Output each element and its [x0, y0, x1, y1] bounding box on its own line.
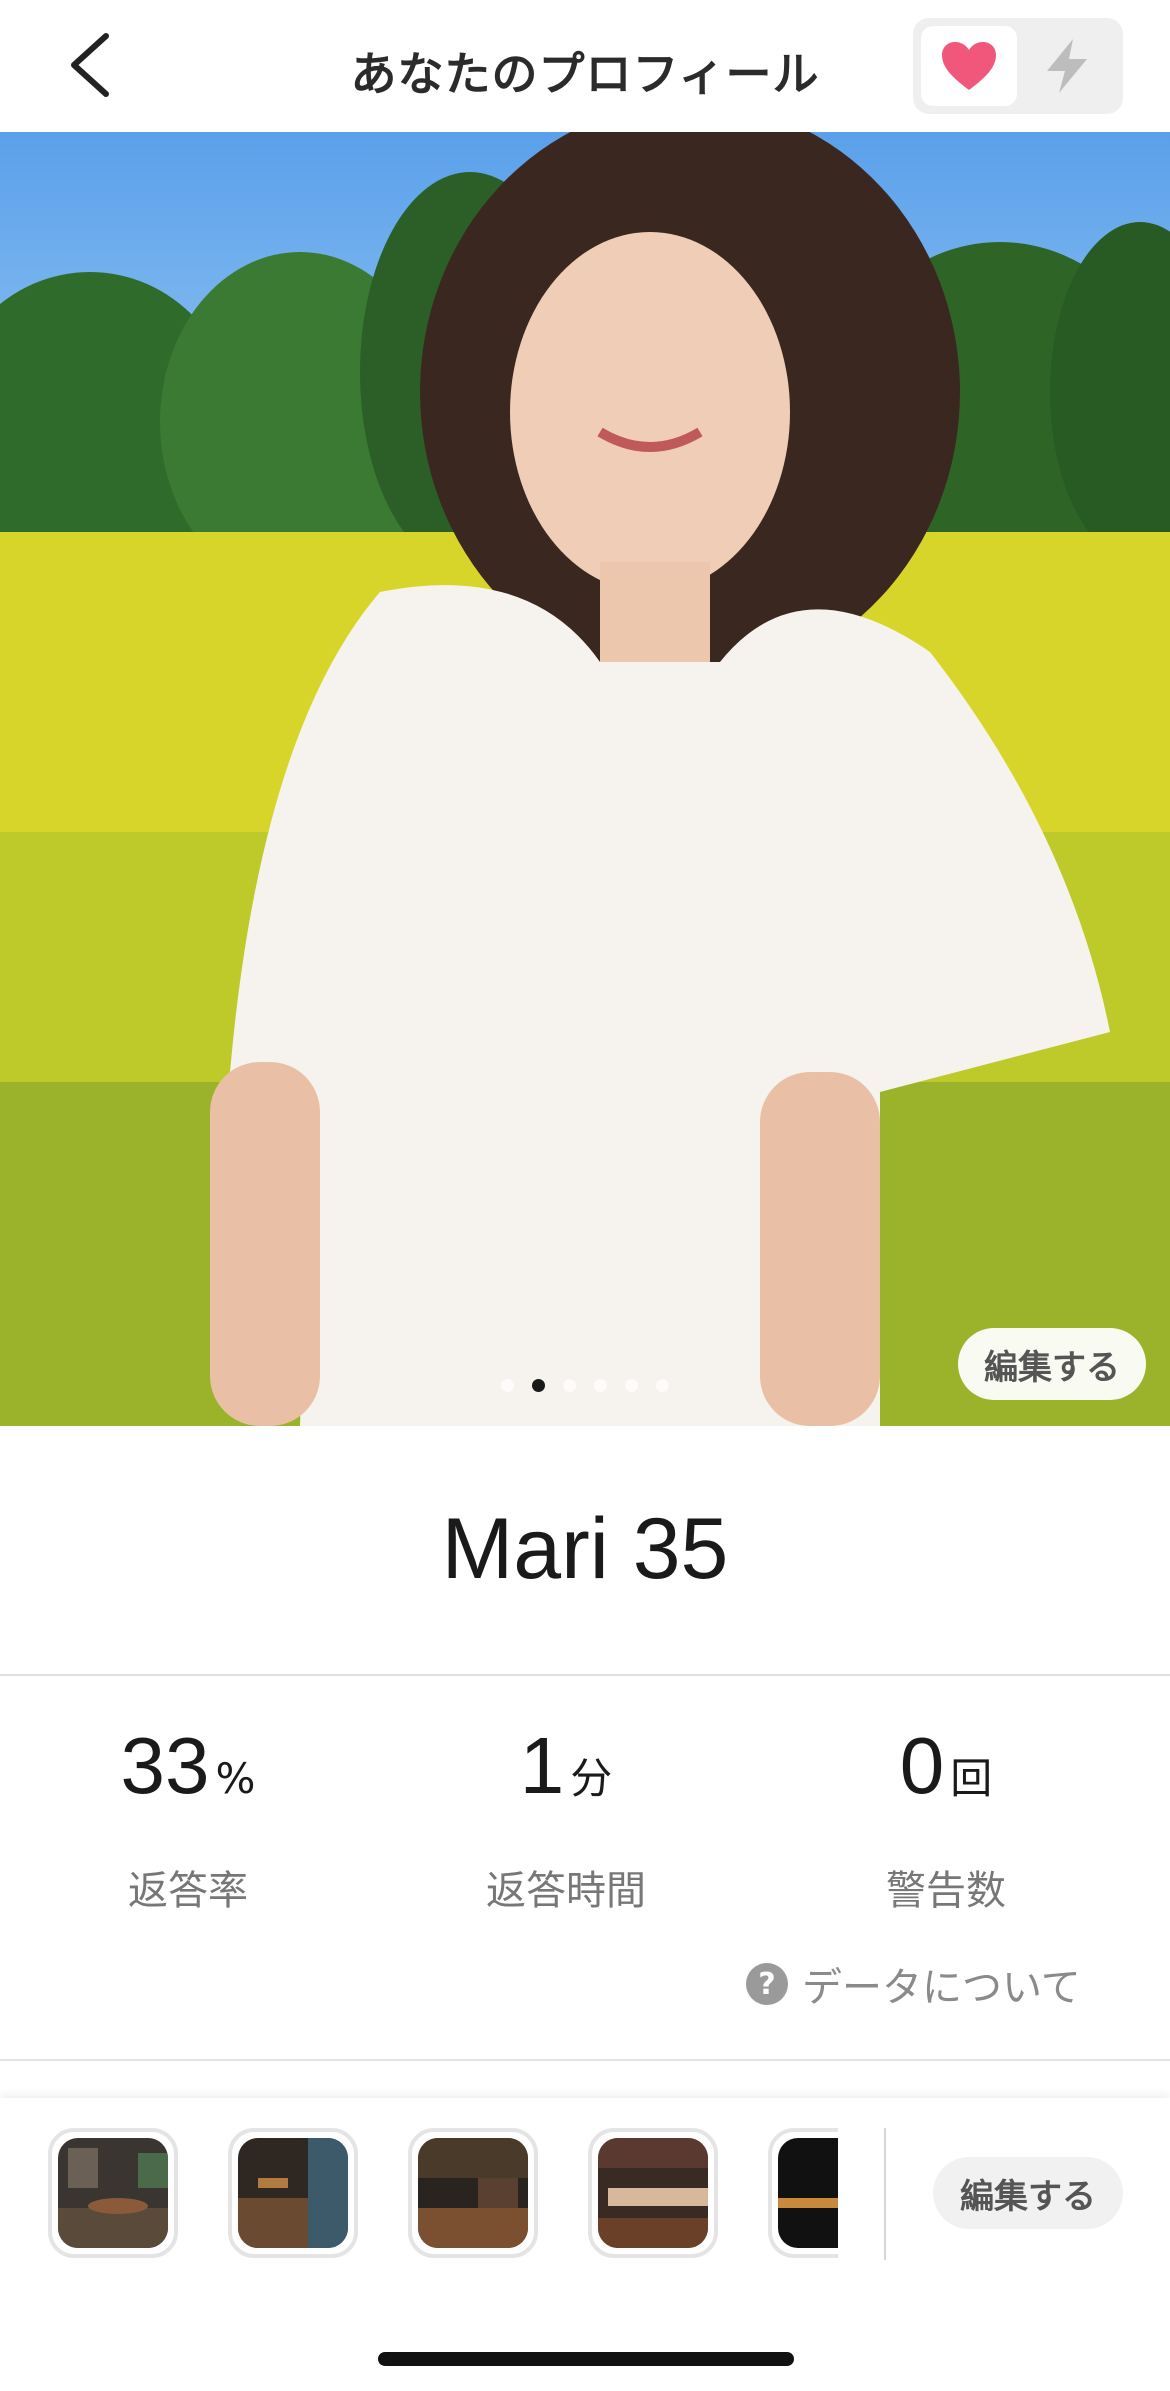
data-about-link[interactable]: ? データについて	[746, 1955, 1081, 2013]
venue-thumbnail[interactable]	[48, 2128, 178, 2258]
stat-reply-time: 1分	[376, 1720, 756, 1812]
heart-icon	[942, 42, 996, 90]
stat-unit: 回	[950, 1754, 993, 1803]
venue-thumbnail[interactable]	[228, 2128, 358, 2258]
page-dot-active	[532, 1379, 545, 1392]
page-dot	[625, 1379, 638, 1392]
divider	[0, 1674, 1170, 1676]
page-dot	[594, 1379, 607, 1392]
stat-value: 0	[899, 1721, 945, 1810]
edit-photo-button[interactable]: 編集する	[958, 1328, 1146, 1400]
question-icon: ?	[746, 1963, 788, 2005]
mode-toggle[interactable]	[913, 18, 1123, 114]
bolt-icon	[1047, 39, 1087, 93]
heart-mode-button[interactable]	[921, 26, 1017, 106]
venue-thumbnail[interactable]	[408, 2128, 538, 2258]
page-dot	[501, 1379, 514, 1392]
venue-thumbnail[interactable]	[768, 2128, 838, 2258]
venue-thumbnail[interactable]	[588, 2128, 718, 2258]
profile-photo[interactable]	[0, 132, 1170, 1426]
home-indicator	[378, 2352, 794, 2366]
stat-warnings: 0回	[756, 1720, 1136, 1812]
bolt-mode-button[interactable]	[1019, 26, 1115, 106]
page-dot	[656, 1379, 669, 1392]
stat-unit: 分	[570, 1754, 613, 1803]
data-about-label: データについて	[802, 1965, 1081, 2011]
divider	[0, 2059, 1170, 2061]
app-header: あなたのプロフィール	[0, 0, 1170, 132]
strip-divider	[884, 2128, 886, 2260]
edit-venues-button[interactable]: 編集する	[933, 2157, 1123, 2229]
stat-value: 33	[120, 1721, 210, 1810]
page-dot	[563, 1379, 576, 1392]
stat-label: 返答時間	[486, 1868, 646, 1914]
stat-unit: %	[215, 1754, 256, 1803]
stat-label: 返答率	[128, 1868, 248, 1914]
stat-value: 1	[519, 1721, 565, 1810]
profile-name-age: Mari 35	[441, 1501, 729, 1597]
stat-reply-rate: 33%	[0, 1720, 378, 1812]
stat-label: 警告数	[886, 1868, 1006, 1914]
